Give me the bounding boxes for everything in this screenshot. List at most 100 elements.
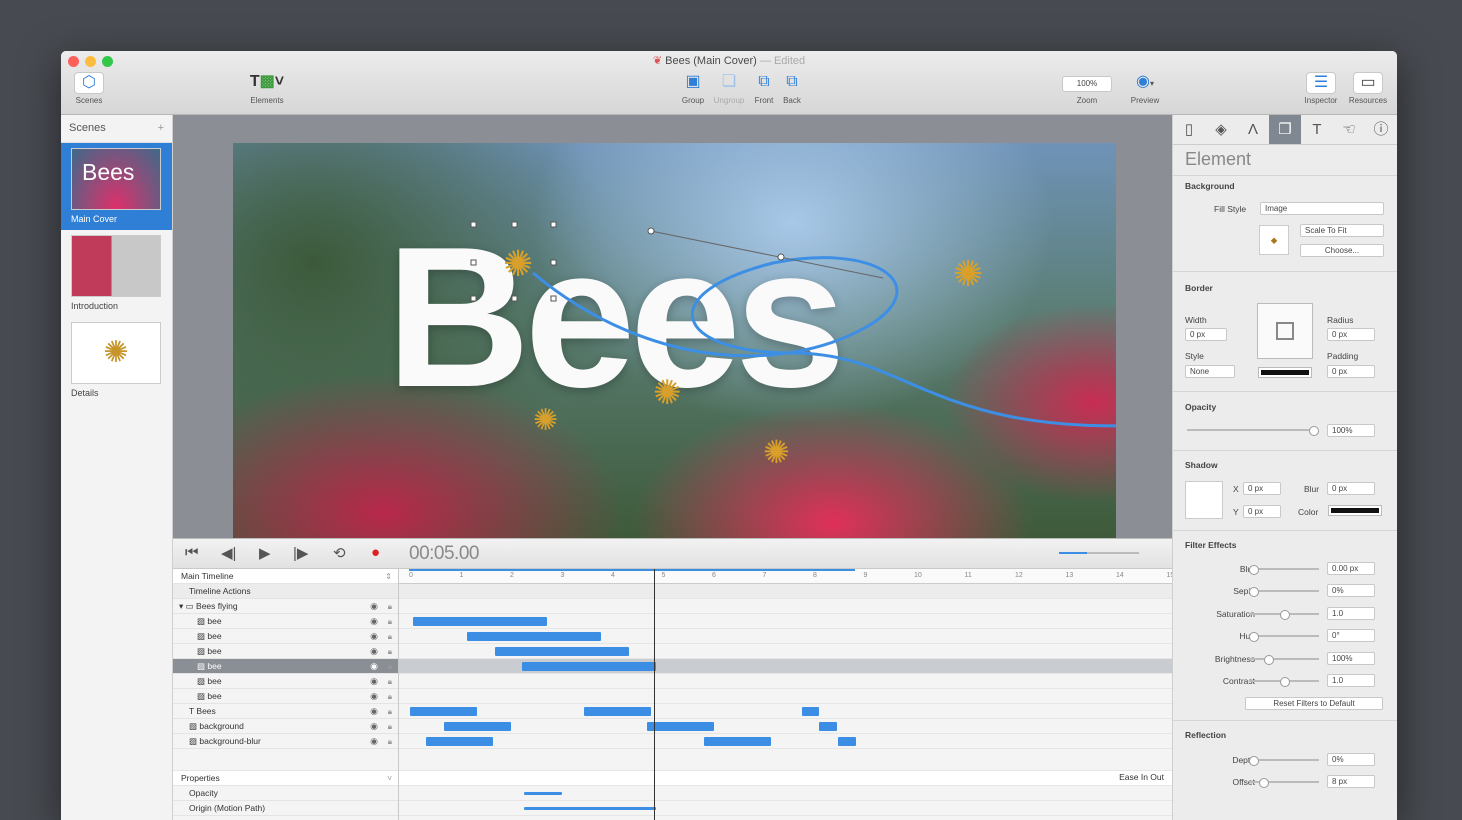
- track-row[interactable]: [399, 659, 1172, 674]
- timeline-actions-row[interactable]: Timeline Actions: [173, 584, 398, 599]
- filter-brightness-field[interactable]: 100%: [1327, 652, 1375, 665]
- choose-image-button[interactable]: Choose...: [1300, 244, 1384, 257]
- front-button[interactable]: ⧉ Front: [751, 72, 777, 105]
- go-to-start-icon[interactable]: ⏮: [185, 544, 199, 561]
- layer-row[interactable]: ▨ background ◉ 🔒︎: [173, 719, 398, 734]
- lock-icon[interactable]: 🔒︎: [388, 734, 392, 749]
- timeline-tracks[interactable]: 0 1 2 3 4 5 6 7 8 9 10 11 12 13 14 15 Ease In Out: [399, 569, 1174, 820]
- track-row[interactable]: [399, 704, 1172, 719]
- add-scene-button[interactable]: +: [158, 122, 164, 135]
- filter-sepia-slider[interactable]: [1249, 587, 1319, 597]
- time-ruler[interactable]: 0 1 2 3 4 5 6 7 8 9 10 11 12 13 14 15: [399, 569, 1174, 584]
- animation-bar[interactable]: [467, 632, 601, 641]
- opacity-field[interactable]: 100%: [1327, 424, 1375, 437]
- animation-bar[interactable]: [647, 722, 714, 731]
- opacity-slider[interactable]: [1187, 426, 1319, 436]
- eye-icon[interactable]: ◉: [370, 629, 378, 644]
- resources-toggle[interactable]: ▭ Resources: [1345, 72, 1391, 105]
- layer-row[interactable]: ▨ background-blur ◉ 🔒︎: [173, 734, 398, 749]
- zoom-field[interactable]: 100%: [1061, 72, 1113, 92]
- animation-bar[interactable]: [838, 737, 856, 746]
- reflection-offset-slider[interactable]: [1249, 778, 1319, 788]
- animation-bar[interactable]: [410, 707, 477, 716]
- group-button[interactable]: ▣ Group: [679, 72, 707, 105]
- reflection-depth-field[interactable]: 0%: [1327, 753, 1375, 766]
- reset-filters-button[interactable]: Reset Filters to Default: [1245, 697, 1383, 710]
- shadow-blur-field[interactable]: 0 px: [1327, 482, 1375, 495]
- lock-icon[interactable]: 🔒︎: [388, 629, 392, 644]
- scale-select[interactable]: Scale To Fit: [1300, 224, 1384, 237]
- canvas-area[interactable]: Bees ✺ ✺ ✺ ✺ ✺: [173, 115, 1172, 538]
- font-icon[interactable]: Λ: [1237, 115, 1269, 144]
- info-icon[interactable]: ⓘ: [1365, 115, 1397, 144]
- easing-select[interactable]: Ease In Out: [1119, 772, 1164, 782]
- animation-bar[interactable]: [522, 662, 656, 671]
- border-sides-widget[interactable]: [1257, 303, 1313, 359]
- lock-icon[interactable]: 🔒︎: [388, 689, 392, 704]
- shadow-direction-widget[interactable]: [1185, 481, 1223, 519]
- eye-icon[interactable]: ◉: [370, 614, 378, 629]
- filter-contrast-slider[interactable]: [1249, 677, 1319, 687]
- lock-icon[interactable]: 🔒︎: [388, 599, 392, 614]
- property-track[interactable]: [399, 786, 1172, 801]
- eye-icon[interactable]: ◉: [370, 659, 378, 674]
- scene-introduction[interactable]: Introduction: [61, 230, 172, 317]
- track-row[interactable]: [399, 629, 1172, 644]
- animation-bar[interactable]: [413, 617, 547, 626]
- scene-stage[interactable]: Bees ✺ ✺ ✺ ✺ ✺: [233, 143, 1116, 538]
- radius-field[interactable]: 0 px: [1327, 328, 1375, 341]
- lock-icon[interactable]: 🔒︎: [388, 704, 392, 719]
- layers-icon[interactable]: ◈: [1205, 115, 1237, 144]
- filter-saturation-slider[interactable]: [1249, 610, 1319, 620]
- animation-bar[interactable]: [584, 707, 651, 716]
- step-back-icon[interactable]: ◀|: [221, 544, 236, 562]
- scenes-toolbar-button[interactable]: ⬡ Scenes: [71, 72, 107, 105]
- animation-bar[interactable]: [444, 722, 511, 731]
- layer-row-selected[interactable]: ▨ bee ◉ 🔒︎: [173, 659, 398, 674]
- filter-saturation-field[interactable]: 1.0: [1327, 607, 1375, 620]
- filter-hue-slider[interactable]: [1249, 632, 1319, 642]
- eye-icon[interactable]: ◉: [370, 719, 378, 734]
- animation-bar[interactable]: [495, 647, 629, 656]
- eye-icon[interactable]: ◉: [370, 689, 378, 704]
- hand-icon[interactable]: ☜: [1333, 115, 1365, 144]
- elements-toolbar-button[interactable]: T▩˅ Elements: [245, 72, 289, 105]
- playhead[interactable]: [654, 569, 655, 820]
- properties-select[interactable]: Properties ˅: [173, 771, 398, 786]
- filter-blur-field[interactable]: 0.00 px: [1327, 562, 1375, 575]
- layer-row[interactable]: ▨ bee ◉ 🔒︎: [173, 644, 398, 659]
- image-thumbnail[interactable]: ◆: [1259, 225, 1289, 255]
- track-row[interactable]: [399, 644, 1172, 659]
- motion-path[interactable]: [233, 143, 1116, 538]
- lock-icon[interactable]: 🔒︎: [388, 674, 392, 689]
- scene-details[interactable]: ✺ Details: [61, 317, 172, 404]
- track-row[interactable]: [399, 614, 1172, 629]
- track-row[interactable]: [399, 734, 1172, 749]
- layer-group-bees-flying[interactable]: ▾ ▭ Bees flying ◉ 🔒︎: [173, 599, 398, 614]
- shadow-x-field[interactable]: 0 px: [1243, 482, 1281, 495]
- lock-icon[interactable]: 🔒︎: [388, 614, 392, 629]
- fill-style-select[interactable]: Image: [1260, 202, 1384, 215]
- border-color-well[interactable]: [1258, 367, 1312, 378]
- shadow-y-field[interactable]: 0 px: [1243, 505, 1281, 518]
- step-forward-icon[interactable]: |▶: [293, 544, 308, 562]
- record-icon[interactable]: ●: [371, 544, 380, 561]
- ungroup-button[interactable]: ❏ Ungroup: [711, 72, 747, 105]
- animation-bar[interactable]: [704, 737, 771, 746]
- animation-bar[interactable]: [819, 722, 837, 731]
- element-icon[interactable]: ❐: [1269, 115, 1301, 144]
- main-timeline-select[interactable]: Main Timeline ⇕: [173, 569, 398, 584]
- back-button[interactable]: ⧉ Back: [779, 72, 805, 105]
- layer-row[interactable]: ▨ bee ◉ 🔒︎: [173, 674, 398, 689]
- layer-row[interactable]: ▨ bee ◉ 🔒︎: [173, 629, 398, 644]
- track-row[interactable]: [399, 719, 1172, 734]
- lock-icon[interactable]: 🔒︎: [388, 719, 392, 734]
- border-style-select[interactable]: None: [1185, 365, 1235, 378]
- text-icon[interactable]: T: [1301, 115, 1333, 144]
- timecode[interactable]: 00:05.00: [409, 543, 479, 565]
- eye-icon[interactable]: ◉: [370, 704, 378, 719]
- property-track[interactable]: [399, 801, 1172, 816]
- filter-blur-slider[interactable]: [1249, 565, 1319, 575]
- property-row[interactable]: Opacity: [173, 786, 398, 801]
- padding-field[interactable]: 0 px: [1327, 365, 1375, 378]
